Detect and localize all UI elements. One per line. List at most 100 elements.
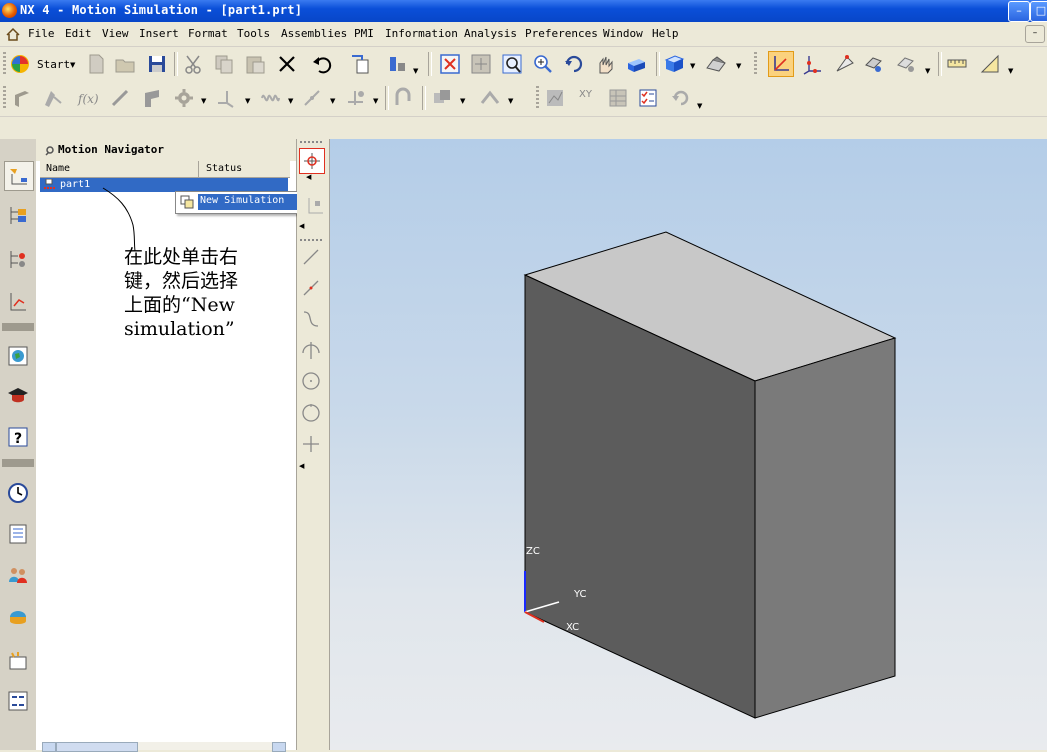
menu-file[interactable]: File (28, 27, 55, 40)
reuse-library-icon[interactable] (4, 520, 32, 548)
save-icon[interactable] (145, 52, 169, 76)
zoom-window-icon[interactable] (469, 52, 493, 76)
menu-tools[interactable]: Tools (237, 27, 270, 40)
delete-icon[interactable] (275, 52, 299, 76)
system-scenes-icon[interactable] (4, 647, 32, 675)
table-row[interactable]: part1 (40, 178, 288, 192)
menu-view[interactable]: View (102, 27, 129, 40)
material-icon[interactable] (40, 86, 64, 110)
fit-icon[interactable] (438, 52, 462, 76)
info-icon[interactable] (385, 52, 409, 76)
menu-edit[interactable]: Edit (65, 27, 92, 40)
attribute-icon[interactable] (348, 52, 372, 76)
rotate-icon[interactable] (562, 52, 586, 76)
animation-icon[interactable] (668, 86, 692, 110)
info-dropdown-icon[interactable]: ▼ (413, 67, 418, 75)
motion-navigator-tab-icon[interactable] (4, 161, 34, 191)
minimize-button[interactable]: – (1008, 1, 1030, 22)
menu-help[interactable]: Help (652, 27, 679, 40)
menu-format[interactable]: Format (188, 27, 228, 40)
doc-minimize-button[interactable]: – (1025, 25, 1045, 43)
scroll-right-button[interactable] (272, 742, 286, 752)
navigator-pin-icon[interactable] (44, 144, 56, 156)
link-icon[interactable] (10, 86, 34, 110)
scroll-thumb[interactable] (56, 742, 138, 752)
toolbar-grip[interactable] (300, 239, 324, 241)
toolbar-grip[interactable] (3, 52, 6, 76)
copy-icon[interactable] (212, 52, 236, 76)
selection-dropdown-icon[interactable]: ▼ (925, 67, 930, 75)
menu-analysis[interactable]: Analysis (464, 27, 517, 40)
paste-icon[interactable] (243, 52, 267, 76)
trace-dropdown-icon[interactable]: ▼ (508, 97, 513, 105)
toolbar-grip[interactable] (536, 86, 539, 110)
open-icon[interactable] (113, 52, 137, 76)
shaded-box-icon[interactable] (624, 52, 648, 76)
csys-expand-icon[interactable]: ◀ (299, 222, 304, 230)
orient-dropdown-icon[interactable]: ▼ (736, 62, 741, 70)
trace-icon[interactable] (478, 86, 502, 110)
slider-joint-icon[interactable] (140, 86, 164, 110)
menu-preferences[interactable]: Preferences (525, 27, 598, 40)
column-divider[interactable] (198, 161, 199, 177)
render-style-icon[interactable] (662, 52, 686, 76)
arc-icon[interactable] (299, 338, 323, 362)
wcs-icon[interactable] (768, 51, 794, 77)
training-icon[interactable] (4, 382, 32, 410)
damper-dropdown-icon[interactable]: ▼ (330, 97, 335, 105)
xy-graph-button[interactable]: XY (579, 89, 592, 100)
marker-icon[interactable] (214, 86, 238, 110)
csys-point-icon[interactable] (302, 194, 326, 218)
marker-dropdown-icon[interactable]: ▼ (245, 97, 250, 105)
gear-dropdown-icon[interactable]: ▼ (201, 97, 206, 105)
scroll-left-button[interactable] (42, 742, 56, 752)
function-button[interactable]: f(x) (78, 92, 99, 106)
curve-icon[interactable] (299, 307, 323, 331)
datum-csys-icon[interactable] (800, 52, 824, 76)
point-icon[interactable] (299, 432, 323, 456)
toolbar-grip[interactable] (3, 86, 6, 110)
force-icon[interactable] (344, 86, 368, 110)
line-point-icon[interactable] (299, 276, 323, 300)
start-button[interactable]: Start (37, 58, 70, 71)
cut-icon[interactable] (182, 52, 206, 76)
toolbar-grip[interactable] (754, 52, 757, 76)
model-box[interactable] (330, 139, 1047, 750)
measure-angle-icon[interactable] (978, 52, 1002, 76)
graph-icon[interactable] (543, 86, 567, 110)
roles-icon[interactable] (4, 561, 32, 589)
joint-icon[interactable] (108, 86, 132, 110)
new-icon[interactable] (84, 52, 108, 76)
snap-icon[interactable] (832, 52, 856, 76)
navigator-horizontal-scrollbar[interactable] (42, 742, 286, 752)
contact-icon[interactable] (392, 86, 416, 110)
circle-icon[interactable] (299, 401, 323, 425)
measure-distance-icon[interactable] (945, 52, 969, 76)
maximize-button[interactable]: □ (1030, 1, 1047, 22)
zoom-in-out-icon[interactable] (531, 52, 555, 76)
web-browser-icon[interactable] (4, 342, 32, 370)
help-icon[interactable]: ? (4, 423, 32, 451)
system-materials-icon[interactable] (4, 603, 32, 631)
start-icon[interactable] (8, 52, 32, 76)
checklist-icon[interactable] (636, 86, 660, 110)
column-status[interactable]: Status (206, 163, 242, 174)
interference-icon[interactable] (430, 86, 454, 110)
menu-pmi[interactable]: PMI (354, 27, 374, 40)
menu-insert[interactable]: Insert (139, 27, 179, 40)
spring-dropdown-icon[interactable]: ▼ (288, 97, 293, 105)
render-dropdown-icon[interactable]: ▼ (690, 62, 695, 70)
snap-point-icon[interactable] (299, 148, 325, 174)
animation-dropdown-icon[interactable]: ▼ (697, 102, 702, 110)
spring-icon[interactable] (258, 86, 282, 110)
selection-icon[interactable] (894, 52, 918, 76)
view-orient-icon[interactable] (704, 52, 728, 76)
new-simulation-menu-item[interactable]: New Simulation (198, 194, 306, 210)
part-navigator-icon[interactable] (4, 288, 32, 316)
start-dropdown-icon[interactable]: ▼ (70, 61, 75, 69)
history-icon[interactable] (4, 479, 32, 507)
measure-dropdown-icon[interactable]: ▼ (1008, 67, 1013, 75)
line-icon[interactable] (299, 245, 323, 269)
damper-icon[interactable] (300, 86, 324, 110)
toolbar-grip[interactable] (300, 141, 324, 143)
